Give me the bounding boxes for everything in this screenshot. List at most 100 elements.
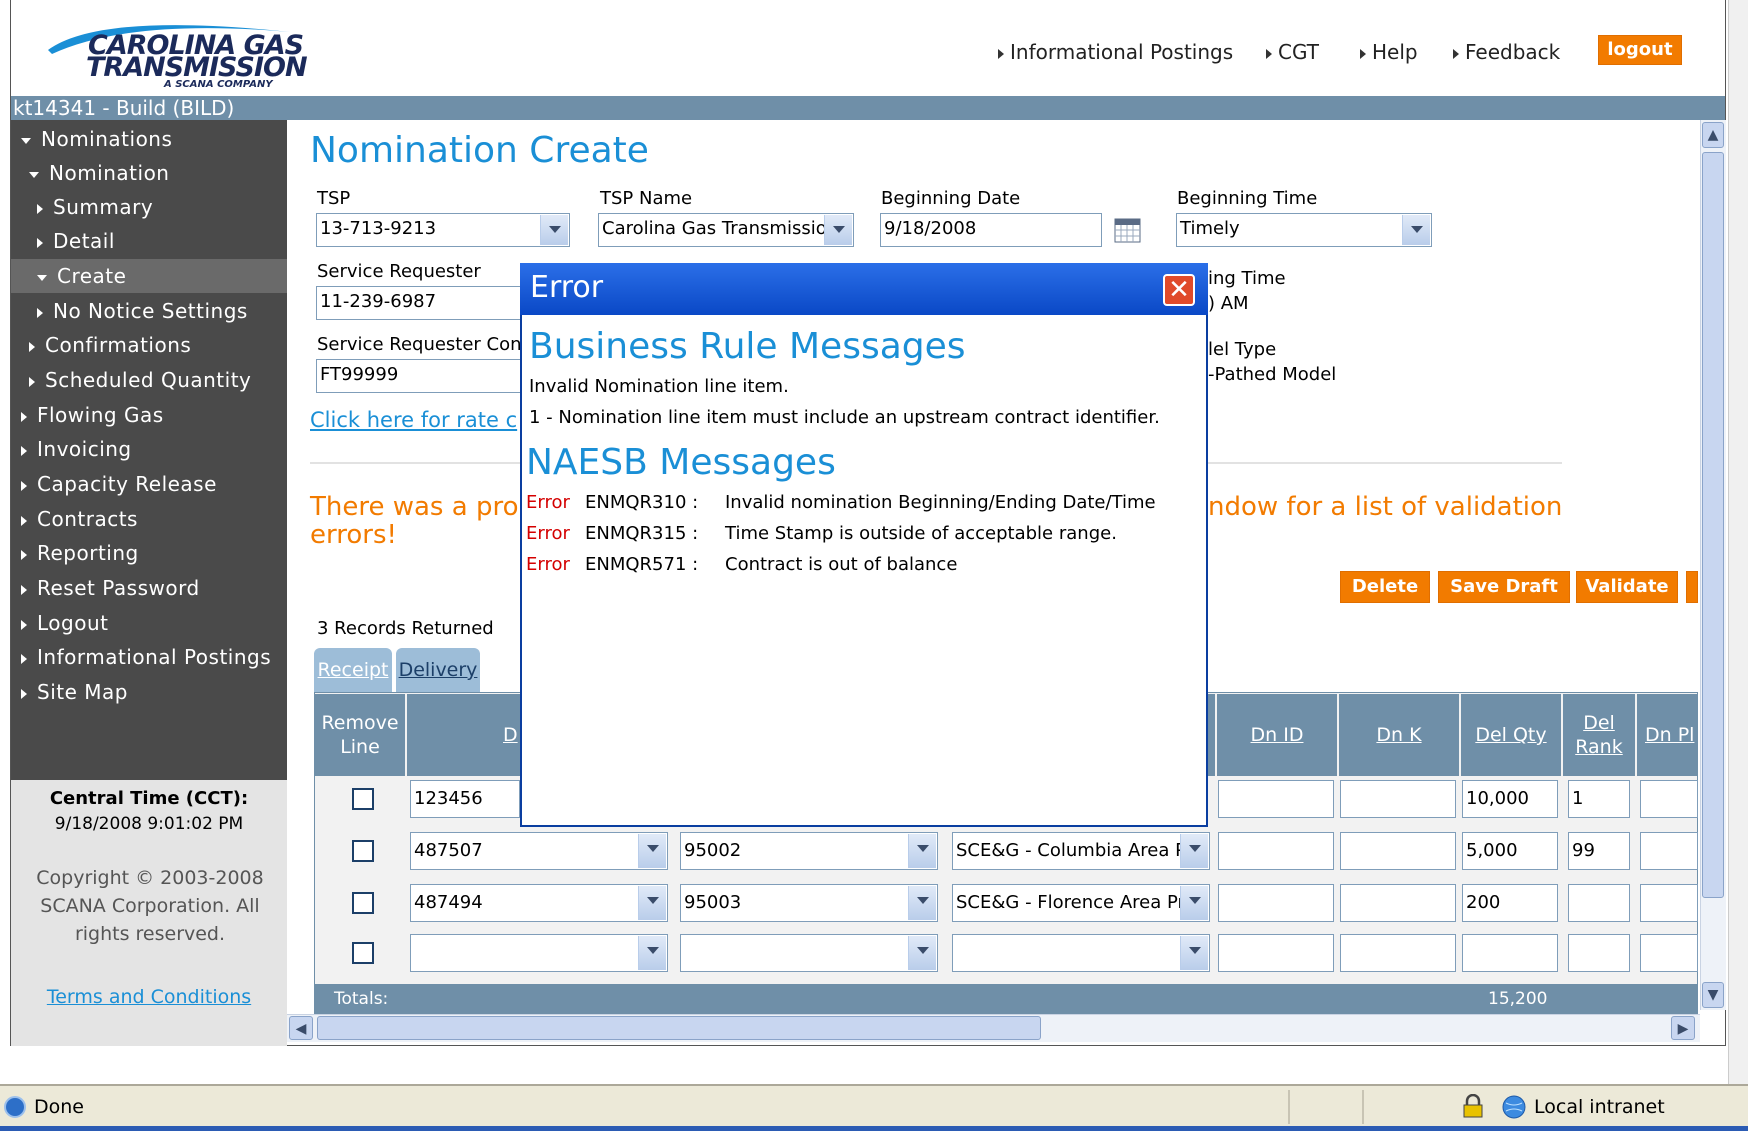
sidebar-item-site-map[interactable]: Site Map <box>21 675 128 709</box>
grid-select-d[interactable]: 487494 <box>410 884 668 922</box>
error-text: Invalid nomination Beginning/Ending Date… <box>725 492 1156 513</box>
grid-cell-dn-id[interactable] <box>1218 934 1334 972</box>
sidebar-item-invoicing[interactable]: Invoicing <box>21 432 132 466</box>
tab-receipt[interactable]: Receipt <box>314 648 392 692</box>
topnav-informational-postings[interactable]: Informational Postings <box>998 40 1233 64</box>
topnav-feedback[interactable]: Feedback <box>1453 40 1560 64</box>
grid-cell-del-qty[interactable] <box>1462 934 1558 972</box>
beginning-time-select[interactable]: Timely <box>1176 213 1432 247</box>
topnav-help[interactable]: Help <box>1360 40 1418 64</box>
sidebar-item-logout[interactable]: Logout <box>21 606 108 640</box>
chevron-down-icon <box>638 834 666 868</box>
topnav-cgt[interactable]: CGT <box>1266 40 1319 64</box>
scroll-down-icon[interactable]: ▼ <box>1702 982 1724 1008</box>
remove-line-checkbox[interactable] <box>352 788 374 810</box>
grid-select-d[interactable]: 487507 <box>410 832 668 870</box>
remove-line-checkbox[interactable] <box>352 892 374 914</box>
grid-select-location[interactable]: 95003 <box>680 884 938 922</box>
header-dn-k[interactable]: Dn K <box>1339 694 1459 776</box>
grid-select-d[interactable] <box>410 934 668 972</box>
sidebar-item-summary[interactable]: Summary <box>37 190 153 224</box>
scroll-right-icon[interactable]: ▶ <box>1671 1016 1695 1040</box>
sidebar-item-flowing-gas[interactable]: Flowing Gas <box>21 398 164 432</box>
clock-value: 9/18/2008 9:01:02 PM <box>54 814 244 834</box>
header-del-rank[interactable]: Del Rank <box>1563 694 1635 776</box>
scroll-up-icon[interactable]: ▲ <box>1702 122 1724 148</box>
sidebar-item-reset-password[interactable]: Reset Password <box>21 571 200 605</box>
grid-cell-dn-id[interactable] <box>1218 832 1334 870</box>
remove-line-checkbox[interactable] <box>352 942 374 964</box>
grid-cell-dn-pl[interactable] <box>1640 832 1698 870</box>
clock-label: Central Time (CCT): <box>49 788 249 809</box>
grid-cell-dn-k[interactable] <box>1340 780 1456 818</box>
arrow-right-icon <box>1266 48 1272 59</box>
close-icon[interactable]: ✕ <box>1163 274 1195 306</box>
grid-cell-del-qty[interactable]: 200 <box>1462 884 1558 922</box>
grid-cell-dn-k[interactable] <box>1340 934 1456 972</box>
grid-cell-del-qty[interactable]: 5,000 <box>1462 832 1558 870</box>
grid-cell-dn-id[interactable] <box>1218 780 1334 818</box>
grid-select-location[interactable]: 95002 <box>680 832 938 870</box>
grid-cell-d[interactable]: 123456 <box>410 780 520 818</box>
scroll-left-icon[interactable]: ◀ <box>289 1016 313 1040</box>
grid-select-location-name[interactable]: SCE&G - Columbia Area Pr <box>952 832 1210 870</box>
sidebar-item-create[interactable]: Create <box>11 259 287 293</box>
grid-cell-dn-k[interactable] <box>1340 832 1456 870</box>
calendar-icon[interactable] <box>1114 216 1142 244</box>
validate-button[interactable]: Validate <box>1576 571 1678 603</box>
business-rule-line-1: Invalid Nomination line item. <box>529 376 789 397</box>
sidebar-item-scheduled-quantity[interactable]: Scheduled Quantity <box>29 363 251 397</box>
service-requester-contract-input[interactable]: FT99999 <box>316 359 526 393</box>
horizontal-scrollbar[interactable]: ◀ ▶ <box>287 1014 1700 1042</box>
header-del-qty[interactable]: Del Qty <box>1461 694 1561 776</box>
sidebar-item-confirmations[interactable]: Confirmations <box>29 328 191 362</box>
sidebar-item-detail[interactable]: Detail <box>37 224 115 258</box>
more-button[interactable] <box>1686 571 1698 603</box>
rate-link[interactable]: Click here for rate c <box>310 408 517 432</box>
tsp-select[interactable]: 13-713-9213 <box>316 213 570 247</box>
grid-cell-dn-pl[interactable] <box>1640 884 1698 922</box>
delete-button[interactable]: Delete <box>1340 571 1430 603</box>
beginning-date-input[interactable]: 9/18/2008 <box>880 213 1102 247</box>
save-draft-button[interactable]: Save Draft <box>1438 571 1570 603</box>
grid-cell-del-rank[interactable]: 99 <box>1568 832 1630 870</box>
grid-cell-del-rank[interactable] <box>1568 884 1630 922</box>
chevron-down-icon <box>638 886 666 920</box>
grid-cell-del-qty[interactable]: 10,000 <box>1462 780 1558 818</box>
header-dn-pl[interactable]: Dn Pl <box>1637 694 1698 776</box>
chevron-down-icon <box>29 171 39 178</box>
tab-delivery[interactable]: Delivery <box>396 648 480 692</box>
scroll-thumb-horizontal[interactable] <box>317 1016 1041 1040</box>
grid-cell-dn-pl[interactable] <box>1640 934 1698 972</box>
grid-cell-del-rank[interactable] <box>1568 934 1630 972</box>
sidebar-item-nomination[interactable]: Nomination <box>29 156 169 190</box>
chevron-down-icon <box>37 274 47 281</box>
header-dn-id[interactable]: Dn ID <box>1217 694 1337 776</box>
sidebar-item-contracts[interactable]: Contracts <box>21 502 138 536</box>
sidebar-item-capacity-release[interactable]: Capacity Release <box>21 467 217 501</box>
grid-select-location[interactable] <box>680 934 938 972</box>
tsp-name-select[interactable]: Carolina Gas Transmissior <box>598 213 854 247</box>
vertical-scrollbar[interactable]: ▲ ▼ <box>1700 120 1726 1010</box>
grid-cell-dn-pl[interactable] <box>1640 780 1698 818</box>
terms-link[interactable]: Terms and Conditions <box>11 986 287 1008</box>
grid-cell-del-rank[interactable]: 1 <box>1568 780 1630 818</box>
logo-tagline: A SCANA COMPANY <box>164 79 273 90</box>
sidebar-item-no-notice-settings[interactable]: No Notice Settings <box>37 294 248 328</box>
sidebar-item-reporting[interactable]: Reporting <box>21 536 139 570</box>
sidebar-item-nominations[interactable]: Nominations <box>21 122 172 156</box>
grid-select-location-name[interactable]: SCE&G - Florence Area Pr <box>952 884 1210 922</box>
grid-cell-dn-id[interactable] <box>1218 884 1334 922</box>
grid-cell-dn-k[interactable] <box>1340 884 1456 922</box>
arrow-right-icon <box>1360 48 1366 59</box>
scroll-thumb[interactable] <box>1702 152 1724 898</box>
ending-time-label: ing Time <box>1208 268 1286 289</box>
window-scrollbar[interactable] <box>1728 0 1748 1084</box>
sidebar-item-informational-postings[interactable]: Informational Postings <box>21 640 271 674</box>
logout-button[interactable]: logout <box>1598 35 1682 65</box>
chevron-right-icon <box>29 376 35 387</box>
remove-line-checkbox[interactable] <box>352 840 374 862</box>
grid-select-location-name[interactable] <box>952 934 1210 972</box>
copyright: Copyright © 2003-2008 SCANA Corporation.… <box>36 867 264 945</box>
service-requester-input[interactable]: 11-239-6987 <box>316 286 526 320</box>
